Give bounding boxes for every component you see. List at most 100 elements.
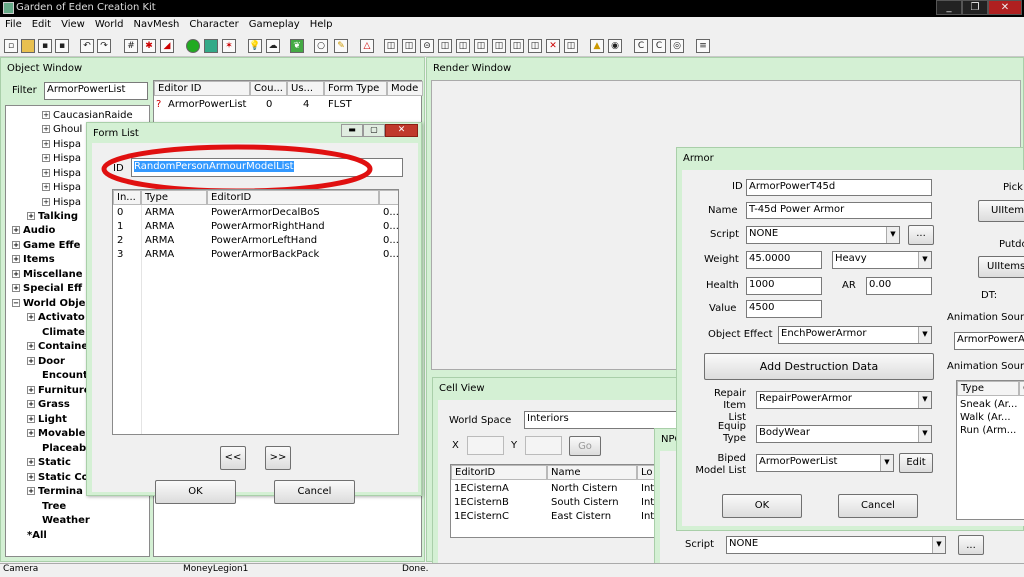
expand-icon[interactable]: + bbox=[27, 487, 35, 495]
redo-icon[interactable]: ↷ bbox=[97, 39, 111, 53]
expand-icon[interactable]: + bbox=[27, 357, 35, 365]
column-uses[interactable]: Us... bbox=[287, 81, 324, 96]
open-folder-icon[interactable] bbox=[21, 39, 35, 53]
cell-list[interactable]: EditorID Name Lo 1ECisternA North Cister… bbox=[450, 464, 678, 538]
ar-input[interactable]: 0.00 bbox=[866, 277, 932, 295]
menu-character[interactable]: Character bbox=[184, 17, 243, 30]
column-editor-id[interactable]: Editor ID bbox=[154, 81, 250, 96]
cell-row-editor-id[interactable]: 1ECisternC bbox=[454, 511, 509, 522]
add-destruction-data-button[interactable]: Add Destruction Data bbox=[704, 353, 934, 380]
column-extra[interactable] bbox=[379, 190, 398, 205]
tree-item[interactable]: − World Obje bbox=[12, 298, 85, 309]
expand-icon[interactable]: + bbox=[27, 386, 35, 394]
tree-item[interactable]: + Furniture bbox=[27, 385, 91, 396]
tree-item[interactable]: Placeab bbox=[42, 443, 86, 454]
menu-gameplay[interactable]: Gameplay bbox=[244, 17, 305, 30]
navmesh-icon[interactable]: △ bbox=[360, 39, 374, 53]
expand-icon[interactable]: + bbox=[27, 313, 35, 321]
menu-help[interactable]: Help bbox=[305, 17, 338, 30]
object-effect-select[interactable]: EnchPowerArmor ▼ bbox=[778, 326, 932, 344]
leaf-icon[interactable]: ❦ bbox=[290, 39, 304, 53]
tree-item[interactable]: + Hispa bbox=[42, 153, 81, 164]
grid-icon[interactable]: # bbox=[124, 39, 138, 53]
tree-item[interactable]: + Door bbox=[27, 356, 65, 367]
tree-item[interactable]: + CaucasianRaide bbox=[42, 110, 133, 121]
animation-sound-row[interactable]: Run (Arm... bbox=[960, 425, 1016, 436]
column-cell-name[interactable]: Name bbox=[547, 465, 637, 480]
armor-cancel-button[interactable]: Cancel bbox=[838, 494, 918, 518]
chevron-down-icon[interactable]: ▼ bbox=[918, 426, 931, 442]
equip-type-select[interactable]: BodyWear ▼ bbox=[756, 425, 932, 443]
previous-button[interactable]: << bbox=[220, 446, 246, 470]
sky-icon[interactable]: ☁ bbox=[266, 39, 280, 53]
collapse-icon[interactable]: − bbox=[12, 299, 20, 307]
tree-item[interactable]: Climate bbox=[42, 327, 85, 338]
angle-snap-icon[interactable]: ◢ bbox=[160, 39, 174, 53]
cube-4-icon[interactable]: ◫ bbox=[438, 39, 452, 53]
cube-1-icon[interactable]: ◫ bbox=[384, 39, 398, 53]
cube-7-icon[interactable]: ◫ bbox=[492, 39, 506, 53]
tree-item[interactable]: + Hispa bbox=[42, 182, 81, 193]
cube-2-icon[interactable]: ◫ bbox=[402, 39, 416, 53]
column-editor-id[interactable]: EditorID bbox=[207, 190, 379, 205]
worldspace-select[interactable]: Interiors bbox=[524, 411, 678, 429]
tree-item[interactable]: + Light bbox=[27, 414, 67, 425]
tree-item[interactable]: + Audio bbox=[12, 225, 55, 236]
option-c1-icon[interactable]: C bbox=[634, 39, 648, 53]
expand-icon[interactable]: + bbox=[27, 473, 35, 481]
animation-sound-row[interactable]: Walk (Ar... bbox=[960, 412, 1011, 423]
chevron-down-icon[interactable]: ▼ bbox=[918, 392, 931, 408]
form-list-close-button[interactable]: ✕ bbox=[385, 124, 418, 137]
next-button[interactable]: >> bbox=[265, 446, 291, 470]
pencil-icon[interactable]: ✎ bbox=[334, 39, 348, 53]
speech-bubble-icon[interactable]: ○ bbox=[314, 39, 328, 53]
row-editor-id[interactable]: ArmorPowerList bbox=[168, 99, 246, 110]
menu-view[interactable]: View bbox=[56, 17, 90, 30]
animation-sound-select[interactable]: ArmorPowerA bbox=[954, 332, 1024, 350]
pickup-sound-button[interactable]: UIItems bbox=[978, 200, 1024, 222]
expand-icon[interactable]: + bbox=[42, 140, 50, 148]
chevron-down-icon[interactable]: ▼ bbox=[932, 537, 945, 553]
y-coordinate-input[interactable] bbox=[525, 436, 562, 455]
new-file-icon[interactable]: ▫ bbox=[4, 39, 18, 53]
expand-icon[interactable]: + bbox=[27, 429, 35, 437]
landscape-icon[interactable] bbox=[186, 39, 200, 53]
undo-icon[interactable]: ↶ bbox=[80, 39, 94, 53]
armor-script-select[interactable]: NONE ▼ bbox=[746, 226, 900, 244]
armor-ok-button[interactable]: OK bbox=[722, 494, 802, 518]
tree-item[interactable]: + Hispa bbox=[42, 197, 81, 208]
biped-edit-button[interactable]: Edit bbox=[899, 453, 933, 473]
save-icon[interactable]: ▪ bbox=[38, 39, 52, 53]
tree-item[interactable]: + Talking bbox=[27, 211, 78, 222]
cube-11-icon[interactable]: ◫ bbox=[564, 39, 578, 53]
cube-10-icon[interactable]: ✕ bbox=[546, 39, 560, 53]
go-button[interactable]: Go bbox=[569, 436, 601, 456]
form-list-ok-button[interactable]: OK bbox=[155, 480, 236, 504]
putdown-sound-button[interactable]: UIItems bbox=[978, 256, 1024, 278]
tree-item[interactable]: + Items bbox=[12, 254, 55, 265]
armor-script-browse-button[interactable]: ... bbox=[908, 225, 934, 245]
repair-item-list-select[interactable]: RepairPowerArmor ▼ bbox=[756, 391, 932, 409]
form-row-editor-id[interactable]: PowerArmorLeftHand bbox=[211, 235, 317, 246]
menu-world[interactable]: World bbox=[90, 17, 129, 30]
column-c[interactable]: C bbox=[1019, 381, 1024, 396]
light-bulb-icon[interactable]: 💡 bbox=[248, 39, 262, 53]
column-type[interactable]: Type bbox=[141, 190, 207, 205]
expand-icon[interactable]: + bbox=[42, 125, 50, 133]
animation-sound-row[interactable]: Sneak (Ar... bbox=[960, 399, 1017, 410]
chevron-down-icon[interactable]: ▼ bbox=[918, 252, 931, 268]
expand-icon[interactable]: + bbox=[12, 241, 20, 249]
expand-icon[interactable]: + bbox=[27, 342, 35, 350]
expand-icon[interactable]: + bbox=[42, 183, 50, 191]
health-input[interactable]: 1000 bbox=[746, 277, 822, 295]
cube-5-icon[interactable]: ◫ bbox=[456, 39, 470, 53]
weight-input[interactable]: 45.0000 bbox=[746, 251, 822, 269]
cell-row-editor-id[interactable]: 1ECisternB bbox=[454, 497, 509, 508]
chevron-down-icon[interactable]: ▼ bbox=[886, 227, 899, 243]
tree-item[interactable]: *All bbox=[27, 530, 47, 541]
tree-item[interactable]: + Hispa bbox=[42, 168, 81, 179]
cell-row-editor-id[interactable]: 1ECisternA bbox=[454, 483, 509, 494]
option-c2-icon[interactable]: C bbox=[652, 39, 666, 53]
tree-item[interactable]: + Static bbox=[27, 457, 71, 468]
x-coordinate-input[interactable] bbox=[467, 436, 504, 455]
